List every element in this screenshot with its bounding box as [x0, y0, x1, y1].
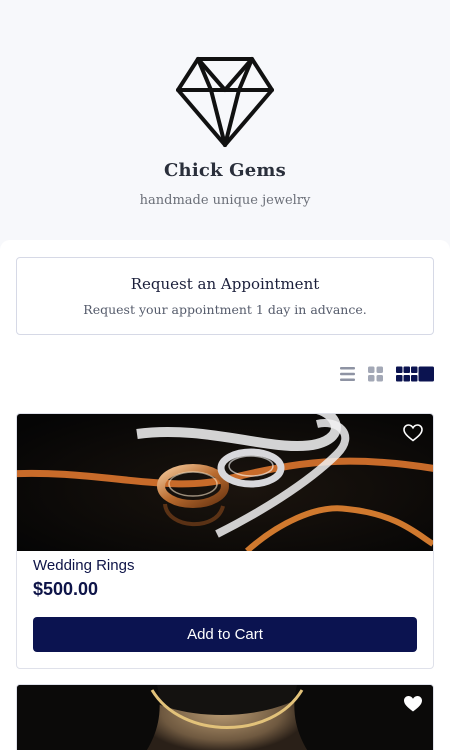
product-card[interactable]: Wedding Rings $500.00 Add to Cart — [16, 413, 434, 669]
main-content: Request an Appointment Request your appo… — [0, 240, 450, 750]
add-to-cart-button[interactable]: Add to Cart — [33, 617, 417, 652]
product-name[interactable]: Wedding Rings — [33, 557, 134, 574]
heart-outline-icon[interactable] — [403, 424, 423, 442]
product-card[interactable] — [16, 684, 434, 750]
store-tagline: handmade unique jewelry — [139, 193, 311, 208]
diamond-logo-icon — [176, 57, 274, 147]
large-grid-view-icon[interactable] — [396, 366, 434, 382]
store-name: Chick Gems — [164, 160, 286, 181]
necklace-image — [17, 685, 433, 750]
heart-filled-icon[interactable] — [403, 695, 423, 713]
appointment-subtitle: Request your appointment 1 day in advanc… — [83, 302, 367, 317]
list-view-icon[interactable] — [340, 366, 355, 382]
appointment-title: Request an Appointment — [130, 275, 320, 293]
grid-view-icon[interactable] — [368, 366, 383, 382]
wedding-rings-image — [17, 414, 433, 551]
appointment-card[interactable]: Request an Appointment Request your appo… — [16, 257, 434, 335]
store-header: Chick Gems handmade unique jewelry — [0, 0, 450, 242]
product-price: $500.00 — [33, 579, 99, 599]
